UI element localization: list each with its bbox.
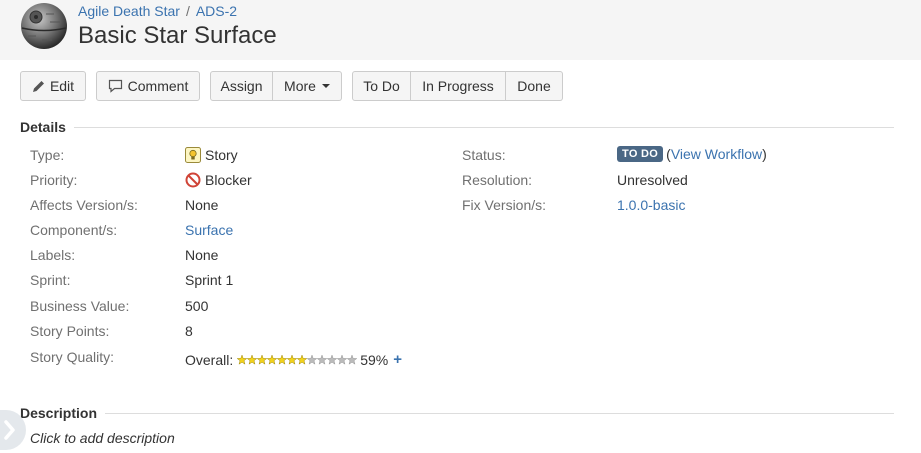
edit-button[interactable]: Edit [20, 71, 86, 101]
type-value-text: Story [205, 147, 238, 163]
blocker-icon [185, 172, 201, 188]
star-icon[interactable] [277, 353, 288, 366]
chevron-right-icon [4, 420, 15, 440]
comment-button[interactable]: Comment [96, 71, 200, 101]
labels-label: Labels: [30, 247, 76, 263]
comment-icon [108, 79, 122, 93]
view-workflow-link[interactable]: View Workflow [671, 146, 762, 162]
fix-version-value: 1.0.0-basic [617, 197, 685, 213]
description-heading: Description [20, 405, 98, 421]
description-placeholder[interactable]: Click to add description [30, 430, 175, 446]
story-quality-label: Story Quality: [30, 349, 115, 365]
star-icon[interactable] [317, 353, 328, 366]
status-lozenge: TO DO [617, 146, 664, 162]
sidebar-expand-handle[interactable] [0, 410, 26, 450]
component-value: Surface [185, 222, 233, 238]
edit-button-label: Edit [49, 78, 75, 94]
done-transition-button[interactable]: Done [506, 71, 563, 101]
overall-label: Overall: [185, 351, 234, 368]
status-label: Status: [462, 147, 506, 163]
resolution-value: Unresolved [617, 172, 688, 188]
star-icon[interactable] [237, 353, 248, 366]
star-icon[interactable] [247, 353, 258, 366]
business-value-value[interactable]: 500 [185, 298, 208, 314]
details-divider [74, 127, 894, 128]
breadcrumb-project-link[interactable]: Agile Death Star [78, 3, 180, 19]
quality-percent: 59% [360, 351, 389, 368]
details-heading: Details [20, 119, 66, 135]
more-dropdown-button[interactable]: More [273, 71, 342, 101]
in-progress-transition-button[interactable]: In Progress [411, 71, 506, 101]
issue-header: Agile Death Star / ADS-2 Basic Star Surfac… [0, 0, 921, 60]
fix-version-label: Fix Version/s: [462, 197, 547, 213]
story-points-value[interactable]: 8 [185, 323, 193, 339]
affects-version-label: Affects Version/s: [30, 197, 138, 213]
priority-label: Priority: [30, 172, 78, 188]
sprint-value[interactable]: Sprint 1 [185, 272, 233, 288]
star-icon[interactable] [337, 353, 348, 366]
story-quality-value: Overall: 59% + [185, 351, 402, 368]
business-value-label: Business Value: [30, 298, 130, 314]
star-icon[interactable] [307, 353, 318, 366]
star-icon[interactable] [257, 353, 268, 366]
star-icon[interactable] [297, 353, 308, 366]
chevron-down-icon [321, 84, 330, 88]
type-value: Story [185, 147, 238, 163]
star-icon[interactable] [267, 353, 278, 366]
component-label: Component/s: [30, 222, 118, 238]
star-icon[interactable] [327, 353, 338, 366]
issue-title[interactable]: Basic Star Surface [78, 22, 277, 50]
assign-button[interactable]: Assign [210, 71, 273, 101]
breadcrumb-separator: / [185, 3, 190, 19]
todo-button-label: To Do [363, 78, 400, 94]
done-button-label: Done [517, 78, 551, 94]
component-link[interactable]: Surface [185, 222, 233, 238]
priority-value: Blocker [185, 172, 252, 188]
fix-version-link[interactable]: 1.0.0-basic [617, 197, 685, 213]
add-quality-button[interactable]: + [393, 351, 402, 368]
resolution-label: Resolution: [462, 172, 533, 188]
type-label: Type: [30, 147, 65, 163]
description-divider [105, 413, 894, 414]
more-button-label: More [284, 78, 316, 94]
star-icon[interactable] [347, 353, 358, 366]
story-icon [185, 147, 201, 163]
assign-button-label: Assign [220, 78, 263, 94]
todo-transition-button[interactable]: To Do [352, 71, 411, 101]
sprint-label: Sprint: [30, 272, 71, 288]
star-rating[interactable] [237, 353, 358, 366]
priority-value-text: Blocker [205, 172, 252, 188]
affects-version-value[interactable]: None [185, 197, 218, 213]
breadcrumb-issue-link[interactable]: ADS-2 [196, 3, 237, 19]
star-icon[interactable] [287, 353, 298, 366]
in-progress-button-label: In Progress [422, 78, 494, 94]
project-avatar[interactable] [20, 2, 68, 50]
story-points-label: Story Points: [30, 323, 110, 339]
pencil-icon [32, 80, 44, 92]
comment-button-label: Comment [127, 78, 189, 94]
status-value: TO DO(View Workflow) [617, 146, 767, 162]
status-close-paren: ) [762, 146, 767, 162]
labels-value[interactable]: None [185, 247, 218, 263]
breadcrumb: Agile Death Star / ADS-2 [78, 3, 237, 19]
